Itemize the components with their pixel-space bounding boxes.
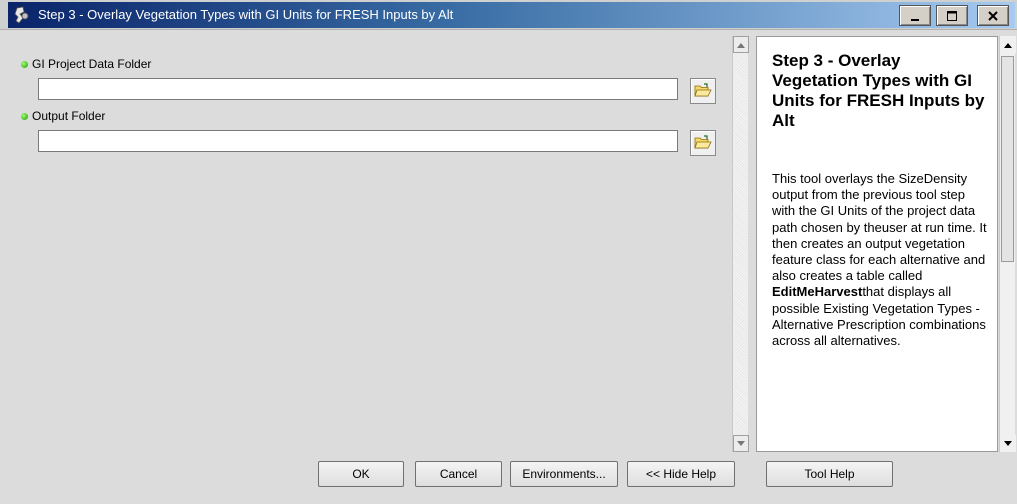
help-scroll-down-button[interactable] <box>1000 435 1016 452</box>
help-scroll-up-button[interactable] <box>1000 36 1016 53</box>
help-panel: Step 3 - Overlay Vegetation Types with G… <box>756 36 998 452</box>
parameters-scrollbar[interactable] <box>732 36 749 452</box>
chevron-up-icon <box>1004 42 1012 48</box>
minimize-icon <box>911 18 919 21</box>
title-bar[interactable]: Step 3 - Overlay Vegetation Types with G… <box>0 0 1017 30</box>
param-label-gi-project-data-folder: GI Project Data Folder <box>32 57 152 71</box>
close-button[interactable] <box>977 5 1009 26</box>
help-text-before: This tool overlays the SizeDensity outpu… <box>772 171 987 284</box>
maximize-icon <box>947 10 957 21</box>
output-folder-input[interactable] <box>38 130 678 152</box>
browse-output-folder-button[interactable] <box>690 130 716 156</box>
help-text-bold: EditMeHarvest <box>772 284 863 300</box>
geoprocessing-tool-icon <box>14 6 29 24</box>
tool-dialog-window: Step 3 - Overlay Vegetation Types with G… <box>0 0 1017 504</box>
dialog-client-area: GI Project Data Folder Output Folder Ste… <box>8 36 1016 454</box>
button-bar: OK Cancel Environments... << Hide Help T… <box>0 454 1017 504</box>
ok-button[interactable]: OK <box>318 461 404 487</box>
required-parameter-bullet-icon <box>21 113 28 120</box>
scroll-up-button[interactable] <box>733 36 749 53</box>
close-icon <box>988 10 998 21</box>
maximize-button[interactable] <box>936 5 968 26</box>
help-description: This tool overlays the SizeDensity outpu… <box>772 171 987 349</box>
help-scroll-thumb[interactable] <box>1001 56 1014 262</box>
browse-gi-project-data-folder-button[interactable] <box>690 78 716 104</box>
help-scrollbar[interactable] <box>999 36 1016 452</box>
gi-project-data-folder-input[interactable] <box>38 78 678 100</box>
help-title: Step 3 - Overlay Vegetation Types with G… <box>772 51 985 130</box>
minimize-button[interactable] <box>899 5 931 26</box>
folder-open-icon <box>694 83 712 97</box>
scroll-down-button[interactable] <box>733 435 749 452</box>
parameters-panel: GI Project Data Folder Output Folder <box>12 36 735 452</box>
required-parameter-bullet-icon <box>21 61 28 68</box>
cancel-button[interactable]: Cancel <box>415 461 502 487</box>
folder-open-icon <box>694 135 712 149</box>
tool-help-button[interactable]: Tool Help <box>766 461 893 487</box>
window-title: Step 3 - Overlay Vegetation Types with G… <box>38 7 454 22</box>
chevron-down-icon <box>1004 440 1012 446</box>
environments-button[interactable]: Environments... <box>510 461 618 487</box>
param-label-output-folder: Output Folder <box>32 109 106 123</box>
chevron-up-icon <box>737 42 745 48</box>
chevron-down-icon <box>737 440 745 446</box>
hide-help-button[interactable]: << Hide Help <box>627 461 735 487</box>
